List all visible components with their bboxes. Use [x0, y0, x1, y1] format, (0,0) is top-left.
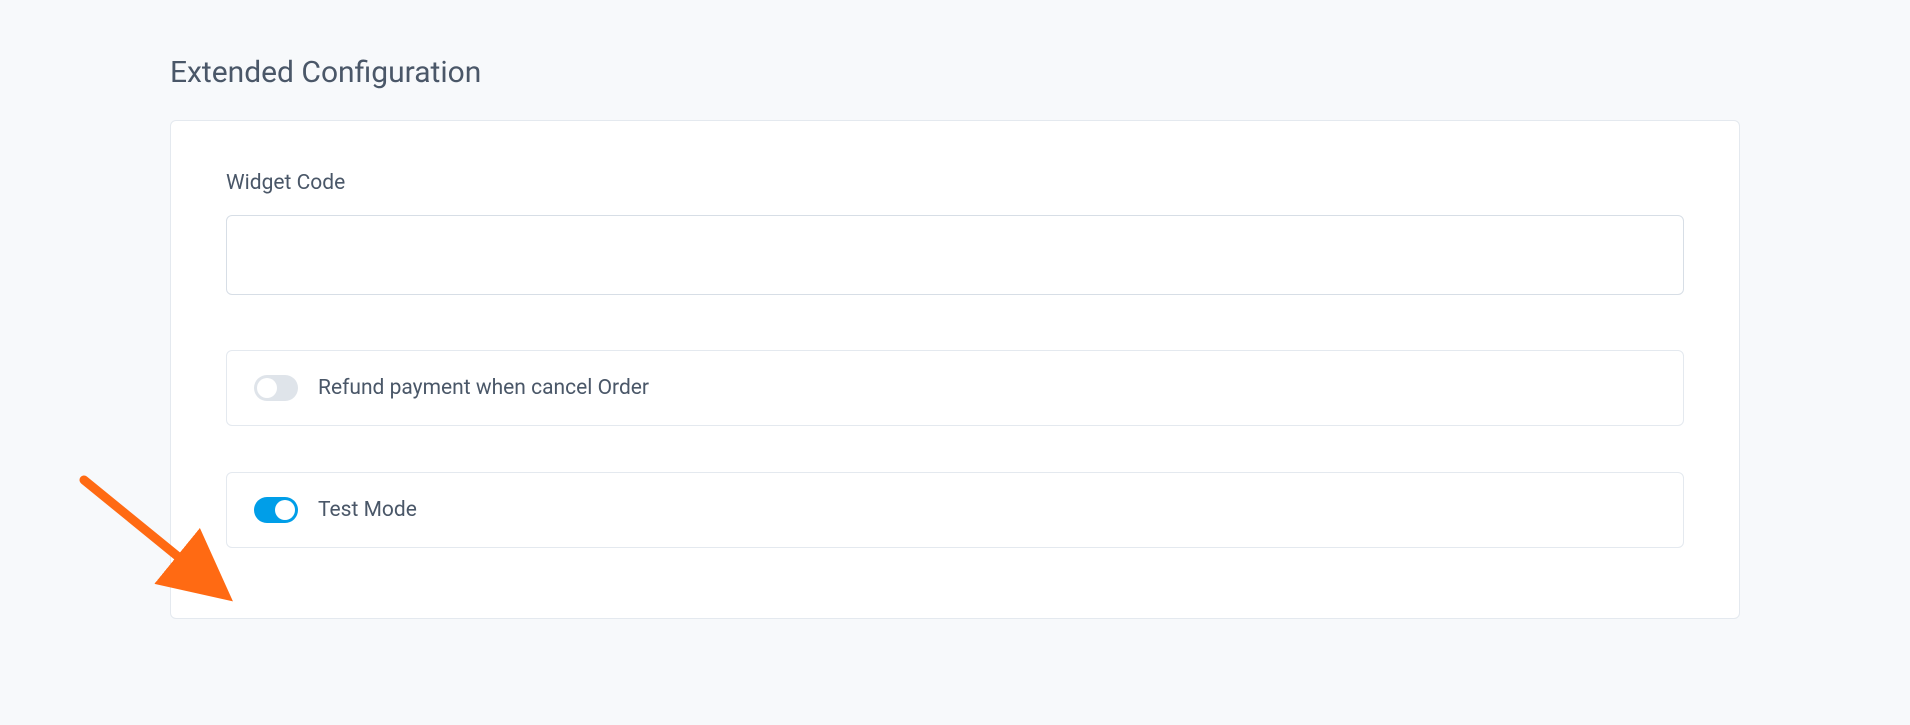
- widget-code-input[interactable]: [226, 215, 1684, 295]
- test-mode-toggle[interactable]: [254, 497, 298, 523]
- section-title: Extended Configuration: [170, 55, 1740, 90]
- refund-toggle-row: Refund payment when cancel Order: [226, 350, 1684, 426]
- refund-toggle-label: Refund payment when cancel Order: [318, 376, 649, 400]
- widget-code-label: Widget Code: [226, 171, 1684, 195]
- toggle-knob: [275, 500, 295, 520]
- refund-toggle[interactable]: [254, 375, 298, 401]
- page-container: Extended Configuration Widget Code Refun…: [0, 0, 1910, 619]
- config-card: Widget Code Refund payment when cancel O…: [170, 120, 1740, 619]
- test-mode-toggle-row: Test Mode: [226, 472, 1684, 548]
- test-mode-toggle-label: Test Mode: [318, 498, 417, 522]
- toggle-knob: [257, 378, 277, 398]
